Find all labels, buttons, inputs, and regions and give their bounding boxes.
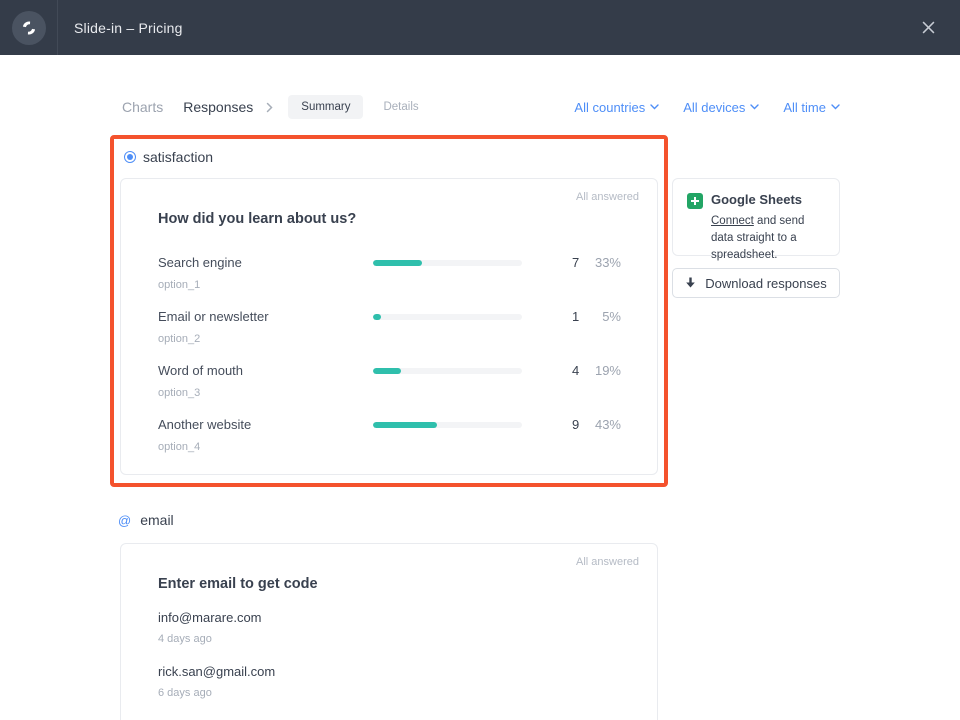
option-row: Search engine option_1 7 33% bbox=[158, 255, 621, 292]
filter-countries-label: All countries bbox=[574, 100, 645, 115]
response-bar-fill bbox=[373, 422, 437, 428]
option-label: Word of mouth bbox=[158, 363, 373, 379]
email-entries: info@marare.com 4 days ago rick.san@gmai… bbox=[121, 592, 657, 699]
satisfaction-field-head: satisfaction bbox=[124, 147, 664, 167]
chevron-down-icon bbox=[750, 104, 759, 110]
download-responses-button[interactable]: Download responses bbox=[672, 268, 840, 298]
connect-link[interactable]: Connect bbox=[711, 215, 754, 227]
field-name: email bbox=[140, 512, 173, 528]
topbar: Slide-in – Pricing bbox=[0, 0, 960, 55]
email-value: rick.san@gmail.com bbox=[158, 664, 621, 680]
tab-details[interactable]: Details bbox=[383, 101, 418, 113]
option-count: 7 bbox=[522, 255, 579, 271]
option-percent: 19% bbox=[579, 363, 621, 379]
email-timestamp: 4 days ago bbox=[158, 633, 621, 645]
option-label: Email or newsletter bbox=[158, 309, 373, 325]
email-card: All answered Enter email to get code inf… bbox=[120, 543, 658, 720]
email-timestamp: 6 days ago bbox=[158, 687, 621, 699]
option-percent: 5% bbox=[579, 309, 621, 325]
window-title: Slide-in – Pricing bbox=[74, 0, 183, 55]
option-key: option_3 bbox=[158, 387, 373, 399]
app-logo[interactable] bbox=[0, 0, 58, 55]
filter-time[interactable]: All time bbox=[783, 100, 840, 115]
email-entry: rick.san@gmail.com 6 days ago bbox=[158, 664, 621, 699]
satisfaction-section: satisfaction All answered How did you le… bbox=[110, 135, 668, 487]
google-sheets-card: Google Sheets Connect and send data stra… bbox=[672, 178, 840, 256]
download-icon bbox=[685, 277, 696, 289]
option-row: Word of mouth option_3 4 19% bbox=[158, 363, 621, 400]
response-bar-fill bbox=[373, 368, 401, 374]
filters: All countries All devices All time bbox=[574, 100, 840, 115]
google-sheets-title: Google Sheets bbox=[711, 192, 827, 207]
filter-devices[interactable]: All devices bbox=[683, 100, 759, 115]
chevron-down-icon bbox=[650, 104, 659, 110]
option-count: 1 bbox=[522, 309, 579, 325]
option-row: Email or newsletter option_2 1 5% bbox=[158, 309, 621, 346]
question-title: How did you learn about us? bbox=[121, 179, 657, 227]
nav-item-charts[interactable]: Charts bbox=[122, 99, 163, 115]
option-label: Another website bbox=[158, 417, 373, 433]
field-name: satisfaction bbox=[143, 149, 213, 165]
download-label: Download responses bbox=[705, 276, 826, 291]
option-count: 9 bbox=[522, 417, 579, 433]
satisfaction-card: All answered How did you learn about us?… bbox=[120, 178, 658, 475]
option-key: option_4 bbox=[158, 441, 373, 453]
response-bar-fill bbox=[373, 260, 422, 266]
filter-countries[interactable]: All countries bbox=[574, 100, 659, 115]
breadcrumb-chevron-icon bbox=[266, 102, 273, 113]
response-bar bbox=[373, 422, 522, 428]
tab-summary[interactable]: Summary bbox=[288, 95, 363, 119]
close-icon[interactable] bbox=[912, 0, 944, 55]
filter-devices-label: All devices bbox=[683, 100, 745, 115]
chevron-down-icon bbox=[831, 104, 840, 110]
response-bar bbox=[373, 368, 522, 374]
response-bar-fill bbox=[373, 314, 380, 320]
at-sign-icon: @ bbox=[118, 514, 131, 527]
option-key: option_1 bbox=[158, 279, 373, 291]
filter-time-label: All time bbox=[783, 100, 826, 115]
google-sheets-text: Connect and send data straight to a spre… bbox=[711, 213, 827, 264]
answered-badge: All answered bbox=[576, 556, 639, 568]
nav-item-responses[interactable]: Responses bbox=[183, 99, 253, 115]
response-bar bbox=[373, 314, 522, 320]
email-field-head: @ email bbox=[118, 510, 174, 530]
email-value: info@marare.com bbox=[158, 610, 621, 626]
nav-row: Charts Responses Summary Details All cou… bbox=[122, 94, 840, 120]
email-entry: info@marare.com 4 days ago bbox=[158, 610, 621, 645]
response-bar bbox=[373, 260, 522, 266]
option-row: Another website option_4 9 43% bbox=[158, 417, 621, 454]
option-key: option_2 bbox=[158, 333, 373, 345]
answered-badge: All answered bbox=[576, 191, 639, 203]
radio-field-icon bbox=[124, 151, 136, 163]
google-sheets-icon bbox=[687, 193, 703, 209]
option-rows: Search engine option_1 7 33% Email or ne… bbox=[121, 227, 657, 454]
option-percent: 33% bbox=[579, 255, 621, 271]
app-logo-icon bbox=[12, 11, 46, 45]
question-title: Enter email to get code bbox=[121, 544, 657, 592]
option-count: 4 bbox=[522, 363, 579, 379]
option-label: Search engine bbox=[158, 255, 373, 271]
app-window: Slide-in – Pricing Charts Responses Summ… bbox=[0, 0, 960, 720]
option-percent: 43% bbox=[579, 417, 621, 433]
